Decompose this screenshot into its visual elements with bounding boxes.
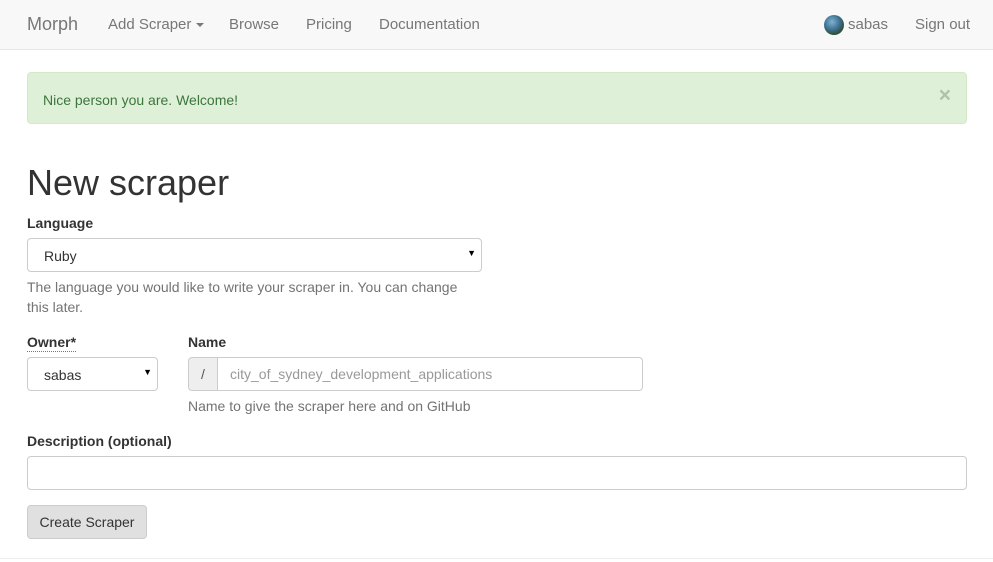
nav-documentation[interactable]: Documentation	[379, 16, 480, 34]
avatar[interactable]	[824, 15, 844, 35]
select-arrow-icon: ▼	[143, 367, 152, 377]
scraper-name-input[interactable]	[217, 357, 643, 391]
owner-select[interactable]: sabas ▼	[27, 357, 158, 391]
caret-down-icon	[196, 23, 205, 28]
name-input-group: /	[188, 357, 643, 391]
page-title: New scraper	[27, 162, 230, 203]
language-select-value: Ruby	[44, 248, 77, 264]
nav-browse[interactable]: Browse	[229, 16, 279, 34]
navbar: Morph Add Scraper Browse Pricing Documen…	[0, 0, 993, 50]
nav-user-name[interactable]: sabas	[848, 16, 888, 34]
description-label: Description (optional)	[27, 433, 172, 449]
owner-label: Owner*	[27, 334, 77, 352]
nav-add-scraper-label: Add Scraper	[108, 16, 192, 33]
name-help-text: Name to give the scraper here and on Git…	[188, 398, 471, 414]
nav-pricing[interactable]: Pricing	[306, 16, 352, 34]
alert-message: Nice person you are. Welcome!	[43, 92, 239, 108]
sign-out-link[interactable]: Sign out	[915, 16, 970, 34]
brand-logo[interactable]: Morph	[27, 14, 78, 34]
close-icon[interactable]: ×	[939, 85, 951, 106]
footer-divider	[0, 558, 993, 559]
success-alert: Nice person you are. Welcome! ×	[27, 72, 967, 124]
language-label: Language	[27, 215, 94, 231]
description-input[interactable]	[27, 456, 967, 490]
nav-add-scraper-dropdown[interactable]: Add Scraper	[108, 16, 205, 34]
language-help-text: The language you would like to write you…	[27, 279, 458, 315]
name-label: Name	[188, 334, 227, 350]
language-select[interactable]: Ruby ▼	[27, 238, 482, 272]
create-scraper-button[interactable]: Create Scraper	[27, 505, 147, 539]
owner-slash-addon: /	[188, 357, 218, 391]
owner-select-value: sabas	[44, 367, 82, 383]
select-arrow-icon: ▼	[467, 248, 476, 258]
